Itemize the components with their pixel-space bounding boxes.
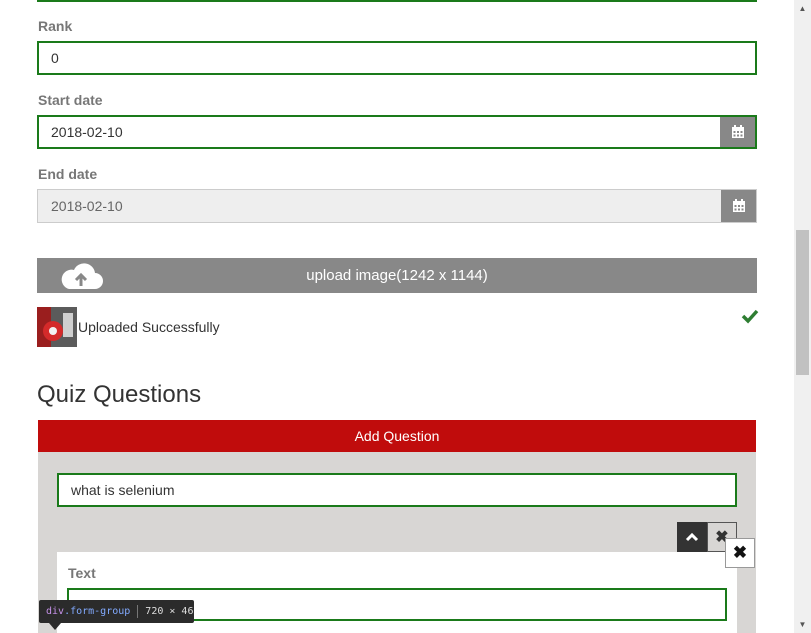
start-date-input[interactable]: 2018-02-10 xyxy=(37,115,757,149)
uploaded-image-thumbnail xyxy=(37,307,77,347)
calendar-icon xyxy=(732,199,745,212)
cloud-upload-icon xyxy=(61,263,103,289)
tooltip-arrow xyxy=(49,623,61,630)
vertical-scrollbar[interactable]: ▲ ▼ xyxy=(794,0,811,633)
end-date-input: 2018-02-10 xyxy=(37,189,757,223)
question-input[interactable]: what is selenium xyxy=(57,473,737,507)
tooltip-tag: div xyxy=(46,606,65,617)
check-icon xyxy=(741,309,759,324)
tooltip-dimensions: 720 × 46 xyxy=(145,606,194,617)
scrollbar-thumb[interactable] xyxy=(796,230,809,375)
field-border-top xyxy=(37,0,757,2)
move-up-button[interactable] xyxy=(677,522,707,552)
quiz-questions-heading: Quiz Questions xyxy=(37,381,202,408)
scroll-down-icon[interactable]: ▼ xyxy=(794,616,811,633)
close-icon: ✖ xyxy=(732,543,748,562)
chevron-up-icon xyxy=(685,532,699,542)
end-date-calendar-button[interactable] xyxy=(721,190,756,222)
upload-status-text: Uploaded Successfully xyxy=(78,319,220,335)
rank-input[interactable]: 0 xyxy=(37,41,757,75)
add-question-button[interactable]: Add Question xyxy=(38,420,756,452)
remove-answer-button[interactable]: ✖ xyxy=(725,538,755,568)
upload-image-button[interactable]: upload image(1242 x 1144) xyxy=(37,258,757,293)
calendar-icon xyxy=(731,125,744,138)
devtools-tooltip: div .form-group 720 × 46 xyxy=(39,600,194,623)
tooltip-separator xyxy=(137,605,139,618)
text-label: Text xyxy=(68,565,96,581)
end-date-label: End date xyxy=(38,166,98,182)
tooltip-class: .form-group xyxy=(64,606,131,617)
start-date-value: 2018-02-10 xyxy=(51,124,123,140)
start-date-label: Start date xyxy=(38,92,103,108)
scroll-up-icon[interactable]: ▲ xyxy=(794,0,811,17)
end-date-value: 2018-02-10 xyxy=(51,198,123,214)
upload-image-label: upload image(1242 x 1144) xyxy=(306,267,488,284)
start-date-calendar-button[interactable] xyxy=(720,117,755,147)
rank-label: Rank xyxy=(38,18,73,34)
